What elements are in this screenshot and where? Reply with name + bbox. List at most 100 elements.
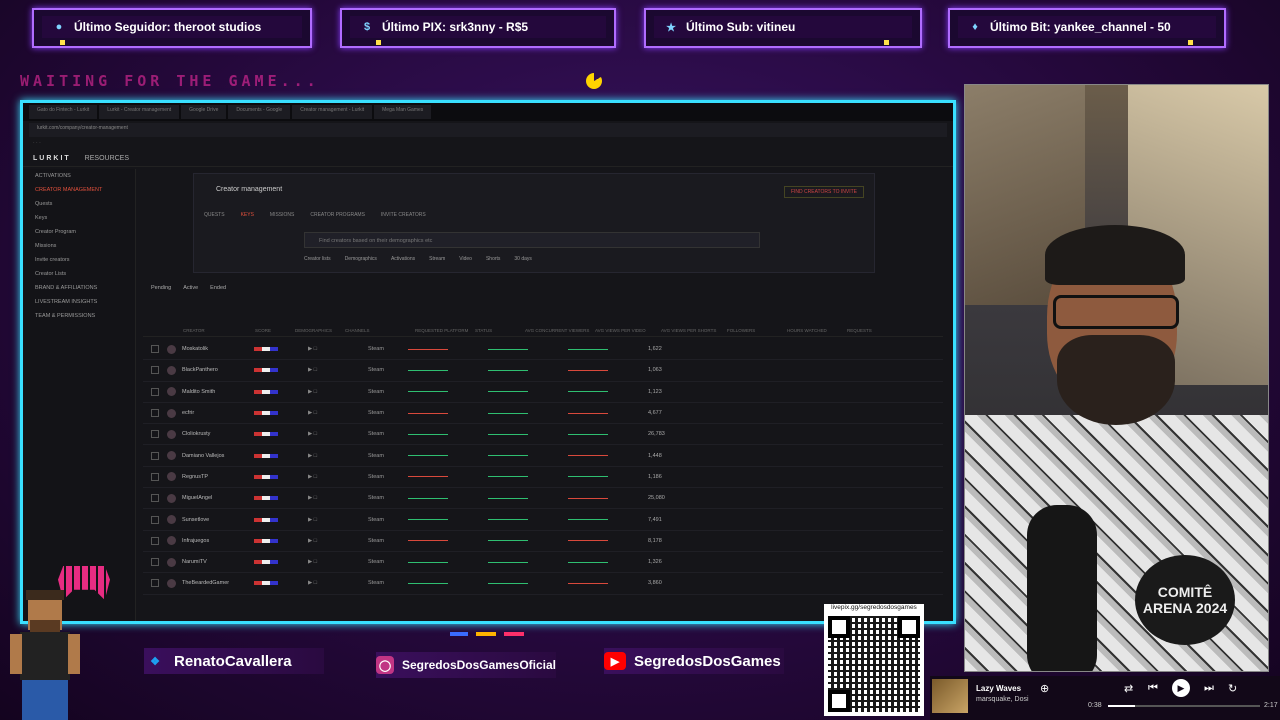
- table-row[interactable]: Sunsetlove ▶ □ Steam 7,491: [143, 509, 943, 531]
- table-row[interactable]: Infrajuegos ▶ □ Steam 8,178: [143, 531, 943, 552]
- browser-tab[interactable]: Mega Man Games: [374, 105, 432, 119]
- table-row[interactable]: Cloliokrusty ▶ □ Steam 26,783: [143, 424, 943, 446]
- sidebar-item-creator-lists[interactable]: Creator Lists: [23, 267, 135, 281]
- row-checkbox[interactable]: [151, 409, 159, 418]
- creator-name[interactable]: Sunsetlove: [182, 517, 254, 523]
- col-requests[interactable]: REQUESTS: [847, 328, 887, 333]
- row-checkbox[interactable]: [151, 472, 159, 481]
- table-row[interactable]: ecfrir ▶ □ Steam 4,677: [143, 403, 943, 425]
- total-time: 2:17: [1264, 702, 1278, 709]
- col-creator[interactable]: CREATOR: [183, 328, 255, 333]
- table-row[interactable]: Damiano Vallejos ▶ □ Steam 1,448: [143, 445, 943, 467]
- filter-bar: Creator lists Demographics Activations S…: [304, 256, 532, 262]
- creator-name[interactable]: Damiano Vallejos: [182, 453, 254, 459]
- table-row[interactable]: NarumiTV ▶ □ Steam 1,326: [143, 552, 943, 574]
- tab-pending[interactable]: Pending: [151, 285, 171, 291]
- browser-tab[interactable]: Gato do Fintech - Lurkit: [29, 105, 98, 119]
- tab-quests[interactable]: QUESTS: [204, 212, 225, 218]
- creator-name[interactable]: RegnusTP: [182, 474, 254, 480]
- sidebar-item-missions[interactable]: Missions: [23, 239, 135, 253]
- creator-name[interactable]: Cloliokrusty: [182, 431, 254, 437]
- tab-creator-programs[interactable]: CREATOR PROGRAMS: [310, 212, 365, 218]
- tab-keys[interactable]: KEYS: [241, 212, 254, 218]
- table-row[interactable]: TheBeardedGamer ▶ □ Steam 3,860: [143, 573, 943, 595]
- col-demographics[interactable]: DEMOGRAPHICS: [295, 328, 345, 333]
- social-twitter[interactable]: ❖ RenatoCavallera: [144, 648, 324, 674]
- browser-tab[interactable]: Google Drive: [181, 105, 227, 119]
- creator-name[interactable]: MiguelAngel: [182, 495, 254, 501]
- repeat-icon[interactable]: ↻: [1228, 682, 1237, 695]
- row-checkbox[interactable]: [151, 430, 159, 439]
- table-row[interactable]: MiguelAngel ▶ □ Steam 25,080: [143, 488, 943, 510]
- row-checkbox[interactable]: [151, 345, 159, 354]
- table-row[interactable]: BlackPanthero ▶ □ Steam 1,063: [143, 360, 943, 382]
- table-row[interactable]: Moskatolik ▶ □ Steam 1,622: [143, 339, 943, 361]
- play-button[interactable]: ▶: [1172, 679, 1190, 697]
- add-icon[interactable]: ⊕: [1040, 682, 1049, 695]
- social-instagram[interactable]: ◯ SegredosDosGamesOficial: [376, 652, 556, 678]
- col-channels[interactable]: CHANNELS: [345, 328, 415, 333]
- col-avg-views-shorts[interactable]: AVG VIEWS PER SHORTS: [661, 328, 727, 333]
- social-youtube[interactable]: ▶ SegredosDosGames: [604, 648, 784, 674]
- row-checkbox[interactable]: [151, 536, 159, 545]
- creator-name[interactable]: BlackPanthero: [182, 367, 254, 373]
- stat-value: 8,178: [648, 537, 662, 544]
- sidebar-item-livestream[interactable]: LIVESTREAM INSIGHTS: [23, 295, 135, 309]
- col-hours-watched[interactable]: HOURS WATCHED: [787, 328, 847, 333]
- browser-tab[interactable]: Lurkit - Creator management: [99, 105, 180, 119]
- row-checkbox[interactable]: [151, 558, 159, 567]
- sidebar-item-creator-management[interactable]: CREATOR MANAGEMENT: [23, 183, 135, 197]
- tab-active[interactable]: Active: [183, 285, 198, 291]
- row-checkbox[interactable]: [151, 515, 159, 524]
- progress-bar[interactable]: [1108, 705, 1260, 707]
- filter-creator-lists[interactable]: Creator lists: [304, 256, 331, 262]
- avatar: [167, 578, 176, 588]
- table-row[interactable]: Maldito Smith ▶ □ Steam 1,123: [143, 382, 943, 403]
- browser-tab[interactable]: Creator management - Lurkit: [292, 105, 373, 119]
- creator-name[interactable]: NarumiTV: [182, 559, 254, 565]
- tab-missions[interactable]: MISSIONS: [270, 212, 294, 218]
- next-icon[interactable]: ⏭: [1204, 682, 1214, 695]
- col-score[interactable]: SCORE: [255, 328, 295, 333]
- sidebar-item-invite-creators[interactable]: Invite creators: [23, 253, 135, 267]
- filter-stream[interactable]: Stream: [429, 256, 445, 262]
- previous-icon[interactable]: ⏮: [1148, 682, 1158, 695]
- creator-name[interactable]: Moskatolik: [182, 346, 254, 352]
- table-row[interactable]: RegnusTP ▶ □ Steam 1,186: [143, 467, 943, 489]
- sidebar-item-team[interactable]: TEAM & PERMISSIONS: [23, 309, 135, 323]
- col-followers[interactable]: FOLLOWERS: [727, 328, 787, 333]
- filter-demographics[interactable]: Demographics: [345, 256, 377, 262]
- sidebar-item-quests[interactable]: Quests: [23, 197, 135, 211]
- shuffle-icon[interactable]: ⇄: [1124, 682, 1133, 695]
- row-checkbox[interactable]: [151, 366, 159, 375]
- creator-name[interactable]: Maldito Smith: [182, 389, 254, 395]
- app-logo[interactable]: LURKIT: [33, 155, 71, 162]
- col-status[interactable]: STATUS: [475, 328, 525, 333]
- creator-name[interactable]: ecfrir: [182, 410, 254, 416]
- filter-video[interactable]: Video: [459, 256, 472, 262]
- alert-last-pix: $ Último PIX: srk3nny - R$5: [340, 8, 616, 48]
- tab-invite-creators[interactable]: INVITE CREATORS: [381, 212, 426, 218]
- tab-ended[interactable]: Ended: [210, 285, 226, 291]
- row-checkbox[interactable]: [151, 387, 159, 396]
- sidebar-item-brand[interactable]: BRAND & AFFILIATIONS: [23, 281, 135, 295]
- sidebar-item-creator-program[interactable]: Creator Program: [23, 225, 135, 239]
- find-creators-button[interactable]: FIND CREATORS TO INVITE: [783, 186, 864, 198]
- browser-tab[interactable]: Documents - Google: [228, 105, 291, 119]
- creator-search-input[interactable]: Find creators based on their demographic…: [304, 232, 760, 248]
- filter-period[interactable]: 30 days: [514, 256, 532, 262]
- col-avg-concurrent[interactable]: AVG CONCURRENT VIEWERS: [525, 328, 595, 333]
- filter-activations[interactable]: Activations: [391, 256, 415, 262]
- col-avg-views-video[interactable]: AVG VIEWS PER VIDEO: [595, 328, 661, 333]
- row-checkbox[interactable]: [151, 494, 159, 503]
- row-checkbox[interactable]: [151, 579, 159, 588]
- col-platform[interactable]: REQUESTED PLATFORM: [415, 328, 475, 333]
- sidebar-item-keys[interactable]: Keys: [23, 211, 135, 225]
- address-bar[interactable]: lurkit.com/company/creator-management: [29, 123, 947, 137]
- creator-name[interactable]: TheBeardedGamer: [182, 580, 254, 586]
- creator-name[interactable]: Infrajuegos: [182, 538, 254, 544]
- row-checkbox[interactable]: [151, 451, 159, 460]
- nav-resources[interactable]: RESOURCES: [85, 155, 129, 162]
- filter-shorts[interactable]: Shorts: [486, 256, 500, 262]
- sidebar-item-activations[interactable]: ACTIVATIONS: [23, 169, 135, 183]
